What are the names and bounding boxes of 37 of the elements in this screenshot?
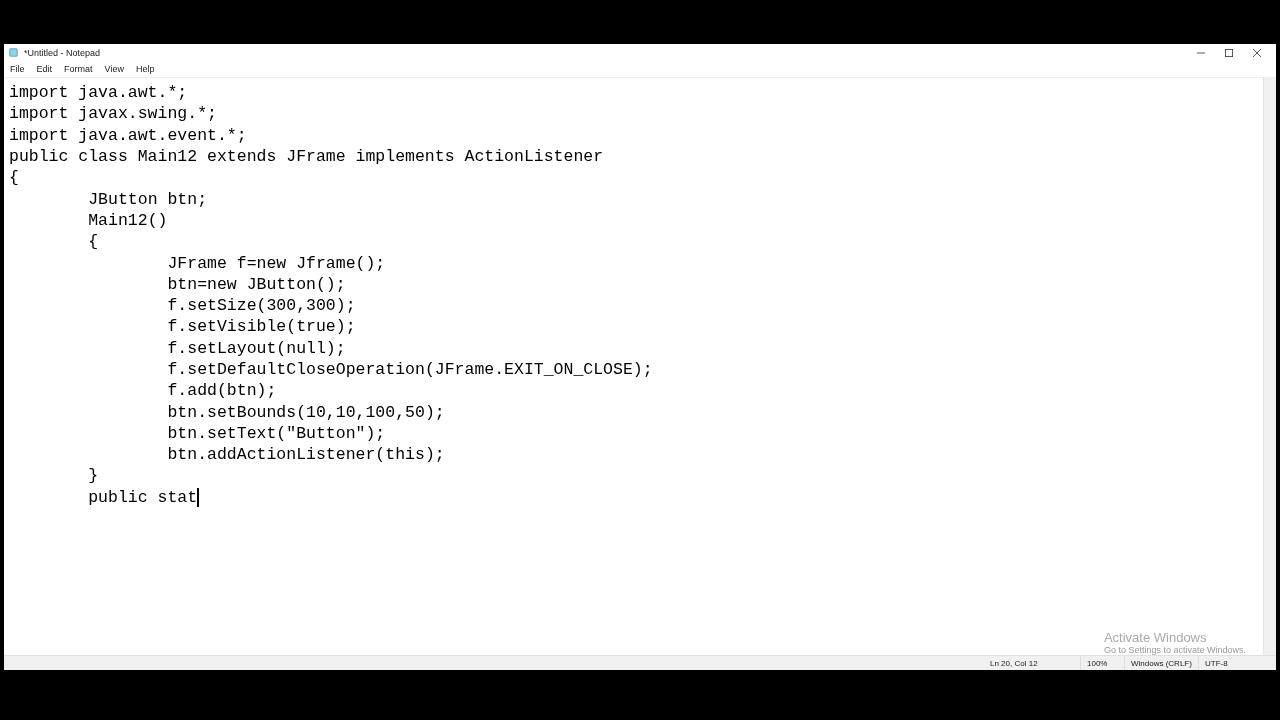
code-line: { <box>87 232 99 252</box>
code-line: btn.setText("Button"); <box>166 423 386 443</box>
menu-item[interactable]: Format <box>64 64 93 74</box>
maximize-icon[interactable] <box>1225 48 1233 57</box>
code-line: f.add(btn); <box>166 381 277 401</box>
activation-message: Go to Settings to activate Windows. <box>1103 645 1246 655</box>
vertical-scrollbar[interactable] <box>1263 78 1276 655</box>
menu-item[interactable]: Help <box>135 64 155 74</box>
menu-item[interactable]: View <box>104 64 124 74</box>
text-cursor <box>197 487 199 507</box>
activation-title: Activate Windows <box>1103 630 1208 645</box>
close-icon[interactable] <box>1253 48 1261 57</box>
code-line: f.setLayout(null); <box>166 338 346 358</box>
code-line: btn.setBounds(10,10,100,50); <box>166 402 445 422</box>
encoding: UTF-8 <box>1198 656 1276 670</box>
code-line: import java.awt.event.*; <box>9 125 247 145</box>
zoom-level: 100% <box>1080 656 1124 670</box>
code-line: btn.addActionListener(this); <box>166 445 445 465</box>
code-line: } <box>87 466 99 486</box>
code-line: f.setSize(300,300); <box>166 296 356 316</box>
notepad-icon <box>9 48 18 57</box>
code-line: public stat <box>87 487 198 507</box>
code-line: JFrame f=new Jframe(); <box>166 253 386 273</box>
line-ending: Windows (CRLF) <box>1124 656 1198 670</box>
window-title: *Untitled - Notepad <box>24 47 102 58</box>
code-line: f.setDefaultCloseOperation(JFrame.EXIT_ON_CLOSE); <box>166 360 653 379</box>
code-line: JButton btn; <box>87 189 208 209</box>
code-line: import javax.swing.*; <box>9 104 217 124</box>
code-line: btn=new JButton(); <box>166 274 346 294</box>
code-line: { <box>9 168 19 188</box>
menu-item[interactable]: File <box>10 64 25 74</box>
code-line: Main12() <box>87 210 168 230</box>
code-line: import java.awt.*; <box>9 83 188 103</box>
cursor-position: Ln 20, Col 12 <box>989 657 1039 670</box>
code-line: f.setVisible(true); <box>166 317 356 337</box>
menu-item[interactable]: Edit <box>36 64 53 74</box>
code-line: public class Main12 extends JFrame implements ActionListener <box>9 147 604 167</box>
